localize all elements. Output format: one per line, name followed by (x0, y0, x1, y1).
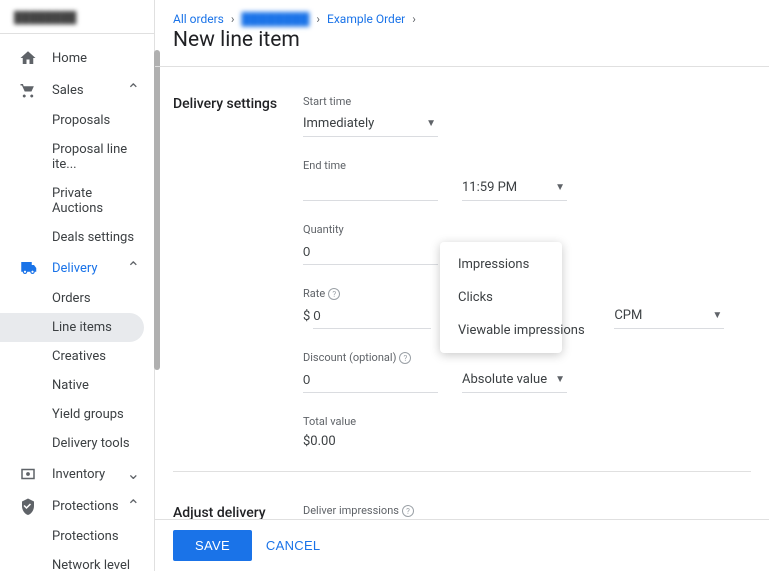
help-icon[interactable]: ? (328, 288, 340, 300)
save-button[interactable]: SAVE (173, 530, 252, 561)
page-header: All orders › ████████ › Example Order › … (155, 0, 769, 67)
truck-icon (18, 259, 38, 277)
help-icon[interactable]: ? (402, 505, 414, 517)
sidebar-item-orders[interactable]: Orders (0, 284, 154, 313)
dropdown-icon: ▼ (555, 374, 565, 385)
start-time-select[interactable]: Immediately ▼ (303, 112, 438, 137)
sidebar-item-protections-child[interactable]: Protections (0, 522, 154, 551)
help-icon[interactable]: ? (399, 352, 411, 364)
chevron-down-icon: ⌄ (127, 466, 140, 482)
breadcrumb-all-orders[interactable]: All orders (173, 12, 224, 26)
sidebar-item-label: Orders (52, 291, 91, 306)
sidebar-item-protections[interactable]: Protections ⌃ (0, 490, 154, 522)
field-label-start-time: Start time (303, 95, 751, 108)
sidebar-item-line-items[interactable]: Line items (0, 313, 144, 342)
sidebar-item-native[interactable]: Native (0, 371, 154, 400)
dropdown-icon: ▼ (426, 118, 436, 129)
sidebar-item-label: Protections (52, 499, 119, 514)
select-value: CPM (614, 308, 642, 323)
chevron-up-icon: ⌃ (127, 498, 140, 514)
cart-icon (18, 81, 38, 99)
menu-item-viewable-impressions[interactable]: Viewable impressions (440, 314, 562, 347)
sidebar-item-inventory[interactable]: Inventory ⌄ (0, 458, 154, 490)
sidebar-item-private-auctions[interactable]: Private Auctions (0, 179, 154, 223)
chevron-up-icon: ⌃ (127, 260, 140, 276)
sidebar-item-deals-settings[interactable]: Deals settings (0, 223, 154, 252)
sidebar-item-label: Private Auctions (52, 186, 140, 216)
sidebar-item-proposal-line-items[interactable]: Proposal line ite... (0, 135, 154, 179)
product-logo: ████████ (14, 12, 140, 23)
breadcrumb-sep: › (316, 12, 320, 26)
inventory-icon (18, 465, 38, 483)
sidebar-item-label: Proposal line ite... (52, 142, 140, 172)
home-icon (18, 49, 38, 67)
select-value: 11:59 PM (462, 180, 517, 195)
main-content: All orders › ████████ › Example Order › … (155, 0, 769, 571)
sidebar-item-label: Deals settings (52, 230, 134, 245)
dropdown-icon: ▼ (712, 310, 722, 321)
rate-input[interactable] (313, 304, 431, 329)
sidebar-item-label: Line items (52, 320, 112, 335)
sidebar-item-label: Protections (52, 529, 119, 544)
menu-item-impressions[interactable]: Impressions (440, 248, 562, 281)
sidebar-item-proposals[interactable]: Proposals (0, 106, 154, 135)
sidebar-item-label: Inventory (52, 467, 105, 482)
field-label-total: Total value (303, 415, 751, 428)
shield-icon (18, 497, 38, 515)
quantity-input[interactable] (303, 240, 438, 265)
end-date-input[interactable] (303, 176, 438, 201)
section-title: Delivery settings (173, 95, 303, 449)
breadcrumb-sep: › (231, 12, 235, 26)
field-label-end-time: End time (303, 159, 751, 172)
total-value: $0.00 (303, 432, 751, 449)
sidebar-item-sales[interactable]: Sales ⌃ (0, 74, 154, 106)
select-value: Absolute value (462, 372, 547, 387)
page-title: New line item (173, 28, 751, 52)
quantity-unit-menu: Impressions Clicks Viewable impressions (440, 242, 562, 353)
breadcrumb-sep: › (412, 12, 416, 26)
chevron-up-icon: ⌃ (127, 82, 140, 98)
select-value: Immediately (303, 116, 374, 131)
dropdown-icon: ▼ (555, 182, 565, 193)
sidebar-item-label: Proposals (52, 113, 110, 128)
sidebar-item-label: Delivery tools (52, 436, 130, 451)
sidebar-item-label: Delivery (52, 261, 98, 276)
end-time-select[interactable]: 11:59 PM ▼ (462, 176, 567, 201)
logo-area: ████████ (0, 0, 154, 34)
sidebar-item-label: Yield groups (52, 407, 124, 422)
sidebar-item-network-level[interactable]: Network level (0, 551, 154, 571)
sidebar-item-label: Network level (52, 558, 130, 571)
breadcrumb-example-order[interactable]: Example Order (327, 12, 405, 26)
sidebar-item-label: Creatives (52, 349, 106, 364)
sidebar-item-label: Home (52, 51, 87, 66)
discount-type-select[interactable]: Absolute value ▼ (462, 368, 567, 393)
footer-actions: SAVE CANCEL (155, 519, 769, 571)
sidebar-item-delivery[interactable]: Delivery ⌃ (0, 252, 154, 284)
breadcrumb-redacted[interactable]: ████████ (241, 12, 309, 26)
cancel-button[interactable]: CANCEL (266, 538, 321, 553)
field-label-quantity: Quantity (303, 223, 751, 236)
sidebar: ████████ Home Sales ⌃ Proposals Proposal… (0, 0, 155, 571)
sidebar-item-yield-groups[interactable]: Yield groups (0, 400, 154, 429)
discount-input[interactable] (303, 368, 438, 393)
sidebar-item-creatives[interactable]: Creatives (0, 342, 154, 371)
breadcrumb: All orders › ████████ › Example Order › (173, 12, 751, 26)
rate-unit-select[interactable]: CPM ▼ (614, 304, 724, 329)
sidebar-item-label: Sales (52, 83, 84, 98)
sidebar-item-home[interactable]: Home (0, 42, 154, 74)
rate-currency: $ (303, 309, 310, 324)
menu-item-clicks[interactable]: Clicks (440, 281, 562, 314)
field-label-deliver-impressions: Deliver impressions? (303, 504, 751, 517)
sidebar-nav: Home Sales ⌃ Proposals Proposal line ite… (0, 42, 154, 571)
sidebar-item-delivery-tools[interactable]: Delivery tools (0, 429, 154, 458)
sidebar-item-label: Native (52, 378, 89, 393)
